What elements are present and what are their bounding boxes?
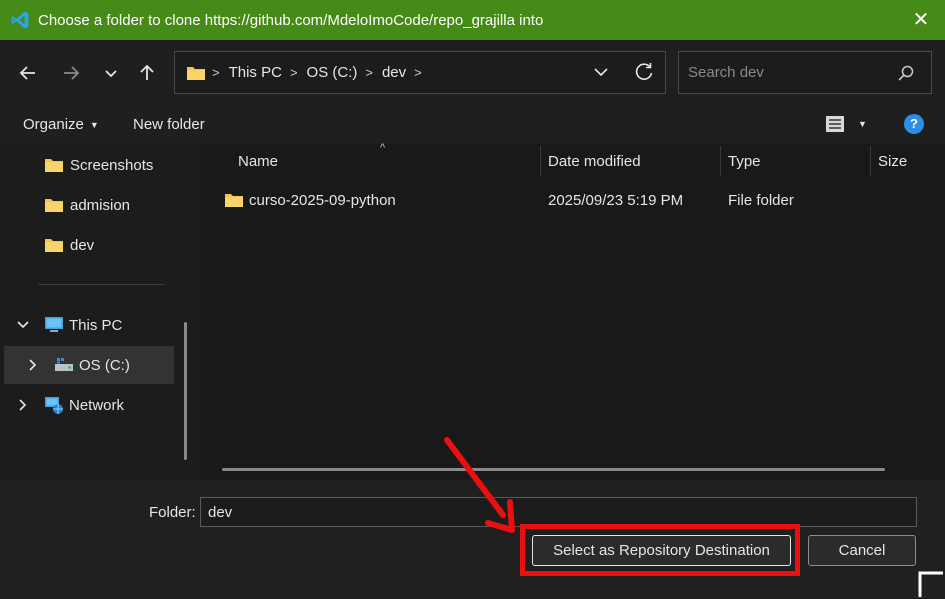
breadcrumb-separator: > (365, 65, 373, 80)
drive-icon (55, 358, 73, 371)
address-dropdown-icon[interactable] (591, 62, 611, 82)
folder-field-label: Folder: (149, 504, 196, 521)
column-divider[interactable] (870, 146, 871, 176)
column-header-label: Name (238, 152, 279, 170)
navigation-bar: > This PC > OS (C:) > dev > (0, 40, 945, 106)
horizontal-scrollbar[interactable] (222, 468, 885, 471)
close-icon[interactable]: ✕ (911, 10, 931, 30)
cancel-button[interactable]: Cancel (808, 535, 916, 566)
folder-icon (45, 199, 63, 212)
arrow-right-icon (64, 66, 80, 80)
breadcrumb-separator: > (212, 65, 220, 80)
chevron-right-icon[interactable] (16, 398, 30, 412)
organize-button[interactable]: Organize ▼ (23, 116, 99, 133)
dialog-footer: Folder: Select as Repository Destination… (0, 480, 945, 599)
change-view-button[interactable]: ▼ (824, 114, 867, 134)
network-icon (45, 397, 63, 414)
sidebar-item-label: This PC (69, 316, 123, 334)
column-header-date-modified[interactable]: Date modified (548, 144, 718, 178)
search-input[interactable] (679, 52, 899, 93)
column-header-label: Type (728, 152, 761, 170)
computer-icon (45, 317, 63, 332)
refresh-icon[interactable] (633, 61, 655, 83)
new-folder-button[interactable]: New folder (133, 116, 205, 133)
sidebar-item-label: admision (70, 196, 131, 214)
breadcrumb-this-pc[interactable]: This PC (229, 64, 282, 81)
help-icon[interactable]: ? (904, 114, 924, 134)
column-header-label: Size (878, 152, 908, 170)
sidebar-divider (38, 284, 165, 285)
folder-icon (45, 159, 63, 172)
command-bar: Organize ▼ New folder ▼ ? (0, 106, 945, 144)
search-box[interactable] (678, 51, 932, 94)
forward-button[interactable] (56, 60, 86, 86)
folder-name-input[interactable] (200, 497, 917, 527)
breadcrumb-dev[interactable]: dev (382, 64, 406, 81)
folder-icon (45, 239, 63, 252)
organize-label: Organize (23, 116, 84, 133)
new-folder-label: New folder (133, 116, 205, 133)
back-button[interactable] (13, 60, 43, 86)
vscode-icon (11, 11, 29, 29)
sidebar-item-network[interactable]: Network (4, 386, 174, 424)
column-header-label: Date modified (548, 152, 641, 170)
window-title: Choose a folder to clone https://github.… (38, 11, 544, 29)
title-bar: Choose a folder to clone https://github.… (0, 0, 945, 40)
sidebar-item-label: Screenshots (70, 156, 154, 174)
column-header-name[interactable]: Name (238, 144, 538, 178)
file-row[interactable]: curso-2025-09-python 2025/09/23 5:19 PM … (220, 182, 920, 220)
recent-locations-button[interactable] (96, 60, 126, 86)
chevron-down-icon (105, 70, 117, 78)
file-date-modified: 2025/09/23 5:19 PM (548, 192, 684, 209)
address-bar[interactable]: > This PC > OS (C:) > dev > (174, 51, 666, 94)
file-type: File folder (728, 192, 794, 209)
up-button[interactable] (132, 60, 162, 86)
chevron-right-icon[interactable] (26, 358, 40, 372)
cancel-button-label: Cancel (838, 542, 886, 559)
breadcrumb-separator: > (414, 65, 422, 80)
sidebar-item-os-c[interactable]: OS (C:) (4, 346, 174, 384)
arrow-up-icon (140, 64, 154, 80)
sidebar-item-this-pc[interactable]: This PC (4, 306, 174, 344)
column-header-size[interactable]: Size (878, 144, 938, 178)
column-header-type[interactable]: Type (728, 144, 868, 178)
column-divider[interactable] (540, 146, 541, 176)
file-name: curso-2025-09-python (249, 192, 396, 209)
search-icon[interactable] (897, 64, 915, 82)
sidebar-item-admision[interactable]: admision (4, 186, 174, 224)
folder-icon (225, 194, 243, 207)
folder-icon (187, 66, 205, 80)
column-divider[interactable] (720, 146, 721, 176)
navigation-pane: Screenshots admision dev This PC OS (C:)… (0, 144, 196, 480)
file-list: ^ Name Date modified Type Size curso-202… (200, 142, 945, 480)
details-view-icon (826, 116, 844, 132)
resize-grip-icon[interactable] (918, 569, 945, 599)
sidebar-item-label: dev (70, 236, 95, 254)
breadcrumb-separator: > (289, 65, 298, 80)
sidebar-item-screenshots[interactable]: Screenshots (4, 146, 174, 184)
chevron-down-icon[interactable] (16, 318, 30, 332)
sidebar-item-label: Network (69, 396, 125, 414)
arrow-left-icon (19, 66, 35, 80)
sidebar-item-dev[interactable]: dev (4, 226, 174, 264)
annotation-highlight-box (520, 524, 800, 576)
caret-down-icon: ▼ (858, 119, 867, 129)
caret-down-icon: ▼ (89, 119, 99, 130)
sidebar-item-label: OS (C:) (79, 356, 130, 374)
sidebar-scrollbar[interactable] (184, 322, 187, 460)
breadcrumb-os-c[interactable]: OS (C:) (307, 64, 358, 81)
